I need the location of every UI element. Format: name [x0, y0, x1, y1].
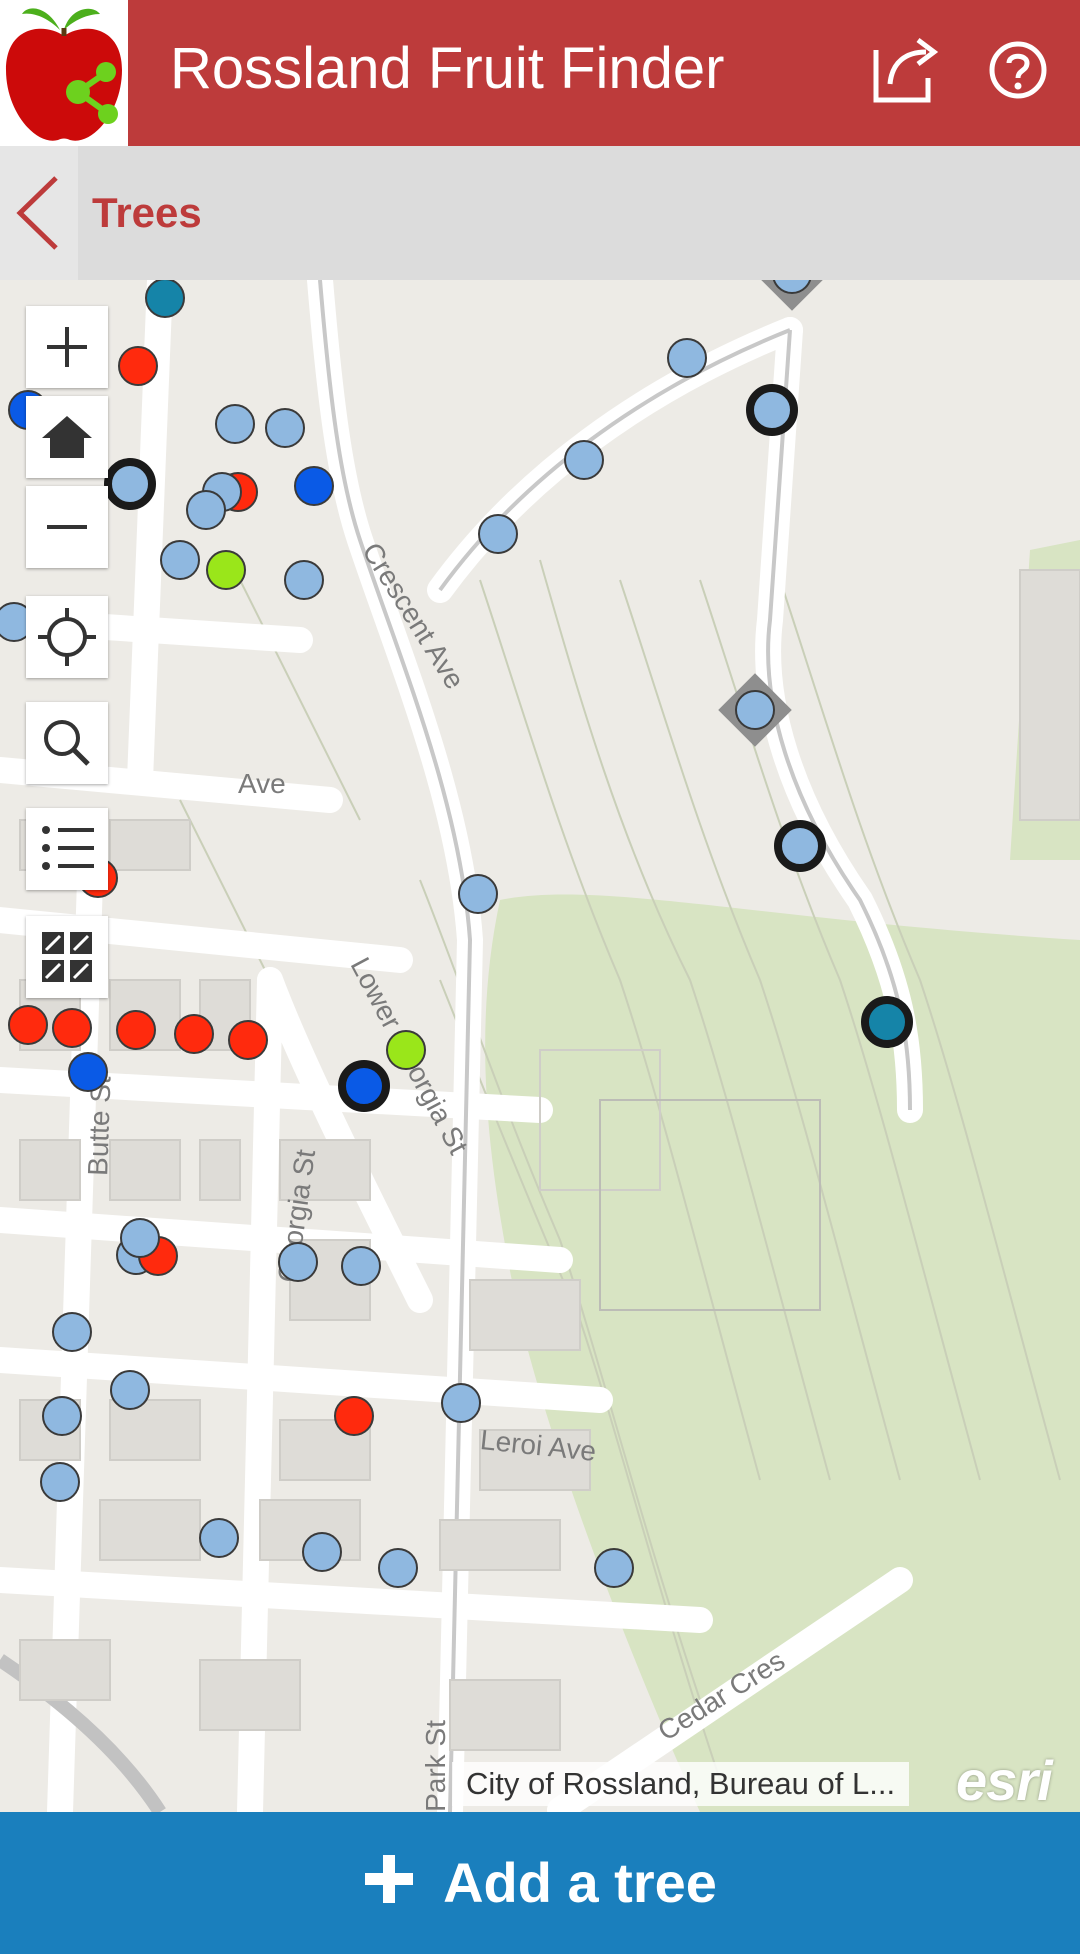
locate-button[interactable]	[26, 596, 108, 678]
zoom-out-button[interactable]	[26, 486, 108, 568]
tree-marker[interactable]	[68, 1052, 108, 1092]
tree-marker[interactable]	[458, 874, 498, 914]
tree-marker[interactable]	[118, 346, 158, 386]
tree-marker[interactable]	[265, 408, 305, 448]
tree-marker[interactable]	[338, 1060, 390, 1112]
tree-marker[interactable]	[386, 1030, 426, 1070]
home-button[interactable]	[26, 396, 108, 478]
tree-marker[interactable]	[186, 490, 226, 530]
help-button[interactable]	[976, 28, 1060, 112]
home-icon	[42, 416, 92, 458]
add-tree-label: Add a tree	[443, 1851, 717, 1914]
tree-marker[interactable]	[52, 1008, 92, 1048]
chevron-left-icon	[16, 176, 58, 250]
back-button[interactable]	[0, 146, 78, 280]
section-title: Trees	[92, 189, 202, 236]
tree-markers-layer	[0, 280, 913, 1588]
tree-marker[interactable]	[8, 1005, 48, 1045]
tree-marker[interactable]	[334, 1396, 374, 1436]
tree-marker[interactable]	[278, 1242, 318, 1282]
search-button[interactable]	[26, 702, 108, 784]
add-tree-button[interactable]: Add a tree	[0, 1812, 1080, 1954]
tree-marker[interactable]	[215, 404, 255, 444]
esri-logo: esri	[956, 1749, 1053, 1812]
share-button[interactable]	[862, 28, 946, 112]
plus-icon	[365, 1855, 414, 1903]
tree-marker[interactable]	[228, 1020, 268, 1060]
legend-button[interactable]	[26, 808, 108, 890]
tree-marker[interactable]	[718, 673, 792, 747]
tree-marker[interactable]	[206, 550, 246, 590]
tree-marker[interactable]	[40, 1462, 80, 1502]
tree-marker[interactable]	[478, 514, 518, 554]
tree-marker[interactable]	[667, 338, 707, 378]
app-header: Rossland Fruit Finder	[0, 0, 1080, 146]
map-view[interactable]: Crescent Ave Lower Georgia St Georgia St…	[0, 280, 1080, 1812]
tree-marker[interactable]	[52, 1312, 92, 1352]
tree-marker[interactable]	[341, 1246, 381, 1286]
apple-logo-icon	[0, 0, 128, 146]
add-tree-content: Add a tree	[0, 1812, 1080, 1954]
search-icon	[44, 720, 90, 766]
tree-marker[interactable]	[746, 384, 798, 436]
tree-marker[interactable]	[594, 1548, 634, 1588]
map-attribution: City of Rossland, Bureau of L...	[452, 1762, 910, 1806]
crosshair-icon	[38, 608, 96, 666]
tree-marker[interactable]	[564, 440, 604, 480]
list-icon	[42, 826, 94, 870]
basemap-gallery-icon	[42, 932, 92, 982]
tree-marker[interactable]	[755, 280, 829, 311]
tree-marker[interactable]	[378, 1548, 418, 1588]
section-bar: Trees	[0, 146, 1080, 280]
tree-marker[interactable]	[774, 820, 826, 872]
tree-marker[interactable]	[160, 540, 200, 580]
tree-marker[interactable]	[120, 1218, 160, 1258]
tree-marker[interactable]	[110, 1370, 150, 1410]
tree-marker[interactable]	[104, 458, 156, 510]
tree-marker[interactable]	[861, 996, 913, 1048]
tree-marker[interactable]	[294, 466, 334, 506]
tree-marker[interactable]	[116, 1010, 156, 1050]
plus-icon	[47, 327, 87, 367]
help-icon	[989, 41, 1047, 99]
basemap-button[interactable]	[26, 916, 108, 998]
zoom-in-button[interactable]	[26, 306, 108, 388]
app-title: Rossland Fruit Finder	[170, 36, 725, 101]
tree-marker[interactable]	[199, 1518, 239, 1558]
share-icon	[873, 38, 939, 103]
tree-marker[interactable]	[42, 1396, 82, 1436]
tree-marker[interactable]	[302, 1532, 342, 1572]
tree-marker[interactable]	[174, 1014, 214, 1054]
tree-marker[interactable]	[441, 1383, 481, 1423]
minus-icon	[47, 525, 87, 529]
tree-marker[interactable]	[284, 560, 324, 600]
tree-marker[interactable]	[145, 280, 185, 318]
